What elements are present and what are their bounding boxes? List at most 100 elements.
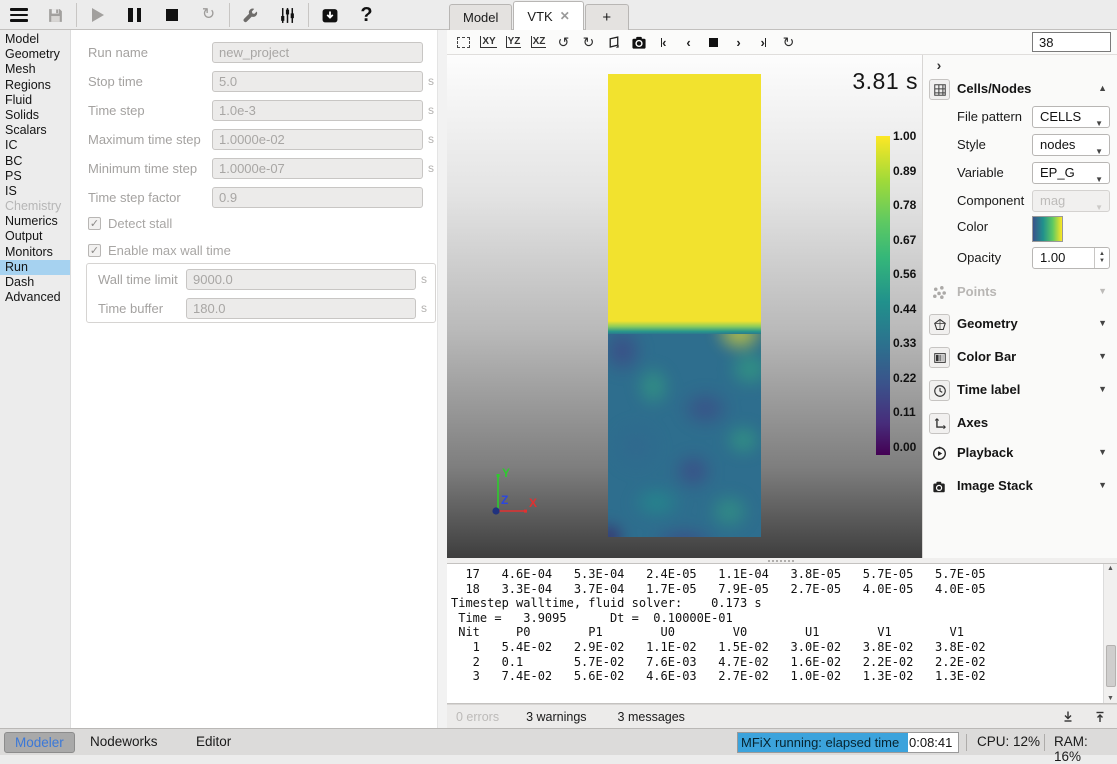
nav-item-scalars[interactable]: Scalars [0,123,70,138]
scroll-up-icon[interactable]: ▲ [1104,565,1117,572]
nav-item-solids[interactable]: Solids [0,108,70,123]
tab-model[interactable]: Model [449,4,512,30]
build-button[interactable] [232,1,269,30]
save-button[interactable] [37,1,74,30]
scrollbar-thumb[interactable] [1106,645,1116,687]
min-time-step-field[interactable] [212,158,423,179]
mode-button-modeler[interactable]: Modeler [4,732,75,753]
nav-item-run[interactable]: Run [0,260,70,275]
next-frame-button[interactable]: › [727,32,750,53]
nav-item-ic[interactable]: IC [0,138,70,153]
screenshot-button[interactable] [627,32,650,53]
rotate-left-button[interactable]: ↺ [552,32,575,53]
tab-add-button[interactable]: + [585,4,629,30]
frame-number-input[interactable] [1032,32,1111,52]
geometry-visibility-button[interactable] [929,314,950,335]
stop-button[interactable] [153,1,190,30]
errors-count[interactable]: 0 errors [456,710,499,724]
collapse-arrow-icon[interactable]: ▼ [1098,480,1107,490]
form-scrollbar[interactable] [437,30,447,728]
run-button[interactable] [79,1,116,30]
nav-item-advanced[interactable]: Advanced [0,290,70,305]
menu-button[interactable] [0,1,37,30]
help-button[interactable]: ? [348,1,385,30]
nav-item-bc[interactable]: BC [0,154,70,169]
spin-down-icon[interactable]: ▼ [1099,258,1105,265]
detect-stall-checkbox[interactable]: ✓ [88,217,101,230]
rotate-right-button[interactable]: ↻ [577,32,600,53]
collapse-arrow-icon[interactable]: ▼ [1098,447,1107,457]
axes-visibility-button[interactable] [929,413,950,434]
collapse-arrow-icon[interactable]: ▼ [1098,318,1107,328]
view-xz-button[interactable]: XZ [527,32,550,53]
cells-nodes-title[interactable]: Cells/Nodes [957,81,1031,96]
colormap-swatch[interactable] [1032,216,1063,242]
nav-item-is[interactable]: IS [0,184,70,199]
vtk-render-view[interactable]: 3.81 s 1.00 0.89 0.78 0.67 0.56 0.44 0.3… [447,55,922,558]
time-step-field[interactable] [212,100,423,121]
wall-time-limit-field[interactable] [186,269,416,290]
time-label-title[interactable]: Time label [957,382,1020,397]
export-button[interactable] [311,1,348,30]
previous-frame-button[interactable]: ‹ [677,32,700,53]
tab-close-icon[interactable]: ✕ [560,9,570,23]
opacity-spinbox[interactable]: 1.00 ▲▼ [1032,247,1110,269]
nav-item-dash[interactable]: Dash [0,275,70,290]
collapse-arrow-icon[interactable]: ▲ [1098,83,1107,93]
spin-up-icon[interactable]: ▲ [1099,251,1105,258]
enable-max-wall-time-checkbox[interactable]: ✓ [88,244,101,257]
nav-item-monitors[interactable]: Monitors [0,245,70,260]
axes-title[interactable]: Axes [957,415,988,430]
time-label-visibility-button[interactable] [929,380,950,401]
stop-playback-button[interactable] [702,32,725,53]
variable-select[interactable]: EP_G▼ [1032,162,1110,184]
panel-collapse-button[interactable]: › [931,57,947,73]
tab-vtk[interactable]: VTK✕ [513,1,583,30]
mode-button-nodeworks[interactable]: Nodeworks [90,734,158,749]
detect-stall-label: Detect stall [108,216,172,231]
scroll-to-bottom-button[interactable] [1061,710,1075,724]
messages-count[interactable]: 3 messages [618,710,685,724]
mode-button-editor[interactable]: Editor [196,734,231,749]
playback-icon [931,445,948,462]
nav-item-output[interactable]: Output [0,229,70,244]
view-yz-button[interactable]: YZ [502,32,525,53]
pause-button[interactable] [116,1,153,30]
terminal-scrollbar[interactable]: ▲ ▼ [1103,564,1117,703]
collapse-arrow-icon[interactable]: ▼ [1098,384,1107,394]
geometry-title[interactable]: Geometry [957,316,1018,331]
loop-playback-button[interactable]: ↻ [777,32,800,53]
color-bar-visibility-button[interactable] [929,347,950,368]
playback-title[interactable]: Playback [957,445,1013,460]
file-pattern-select[interactable]: CELLS▼ [1032,106,1110,128]
nav-item-mesh[interactable]: Mesh [0,62,70,77]
stop-time-field[interactable] [212,71,423,92]
nav-item-numerics[interactable]: Numerics [0,214,70,229]
view-xy-button[interactable]: XY [477,32,500,53]
run-name-field[interactable] [212,42,423,63]
image-stack-title[interactable]: Image Stack [957,478,1033,493]
first-frame-button[interactable]: ‹ [652,32,675,53]
cells-nodes-visibility-button[interactable] [929,79,950,100]
component-select: mag▼ [1032,190,1110,212]
parameters-button[interactable] [269,1,306,30]
nav-item-ps[interactable]: PS [0,169,70,184]
scroll-down-icon[interactable]: ▼ [1104,695,1117,702]
perspective-button[interactable] [602,32,625,53]
nav-item-model[interactable]: Model [0,32,70,47]
warnings-count[interactable]: 3 warnings [526,710,586,724]
scroll-to-top-button[interactable] [1093,710,1107,724]
nav-item-geometry[interactable]: Geometry [0,47,70,62]
nav-item-fluid[interactable]: Fluid [0,93,70,108]
nav-item-regions[interactable]: Regions [0,78,70,93]
last-frame-button[interactable]: › [752,32,775,53]
time-step-factor-field[interactable] [212,187,423,208]
reset-button[interactable]: ↻ [190,1,227,30]
collapse-arrow-icon[interactable]: ▼ [1098,351,1107,361]
reset-view-button[interactable] [452,32,475,53]
style-select[interactable]: nodes▼ [1032,134,1110,156]
spinner-buttons[interactable]: ▲▼ [1094,248,1109,268]
max-time-step-field[interactable] [212,129,423,150]
color-bar-title[interactable]: Color Bar [957,349,1016,364]
time-buffer-field[interactable] [186,298,416,319]
